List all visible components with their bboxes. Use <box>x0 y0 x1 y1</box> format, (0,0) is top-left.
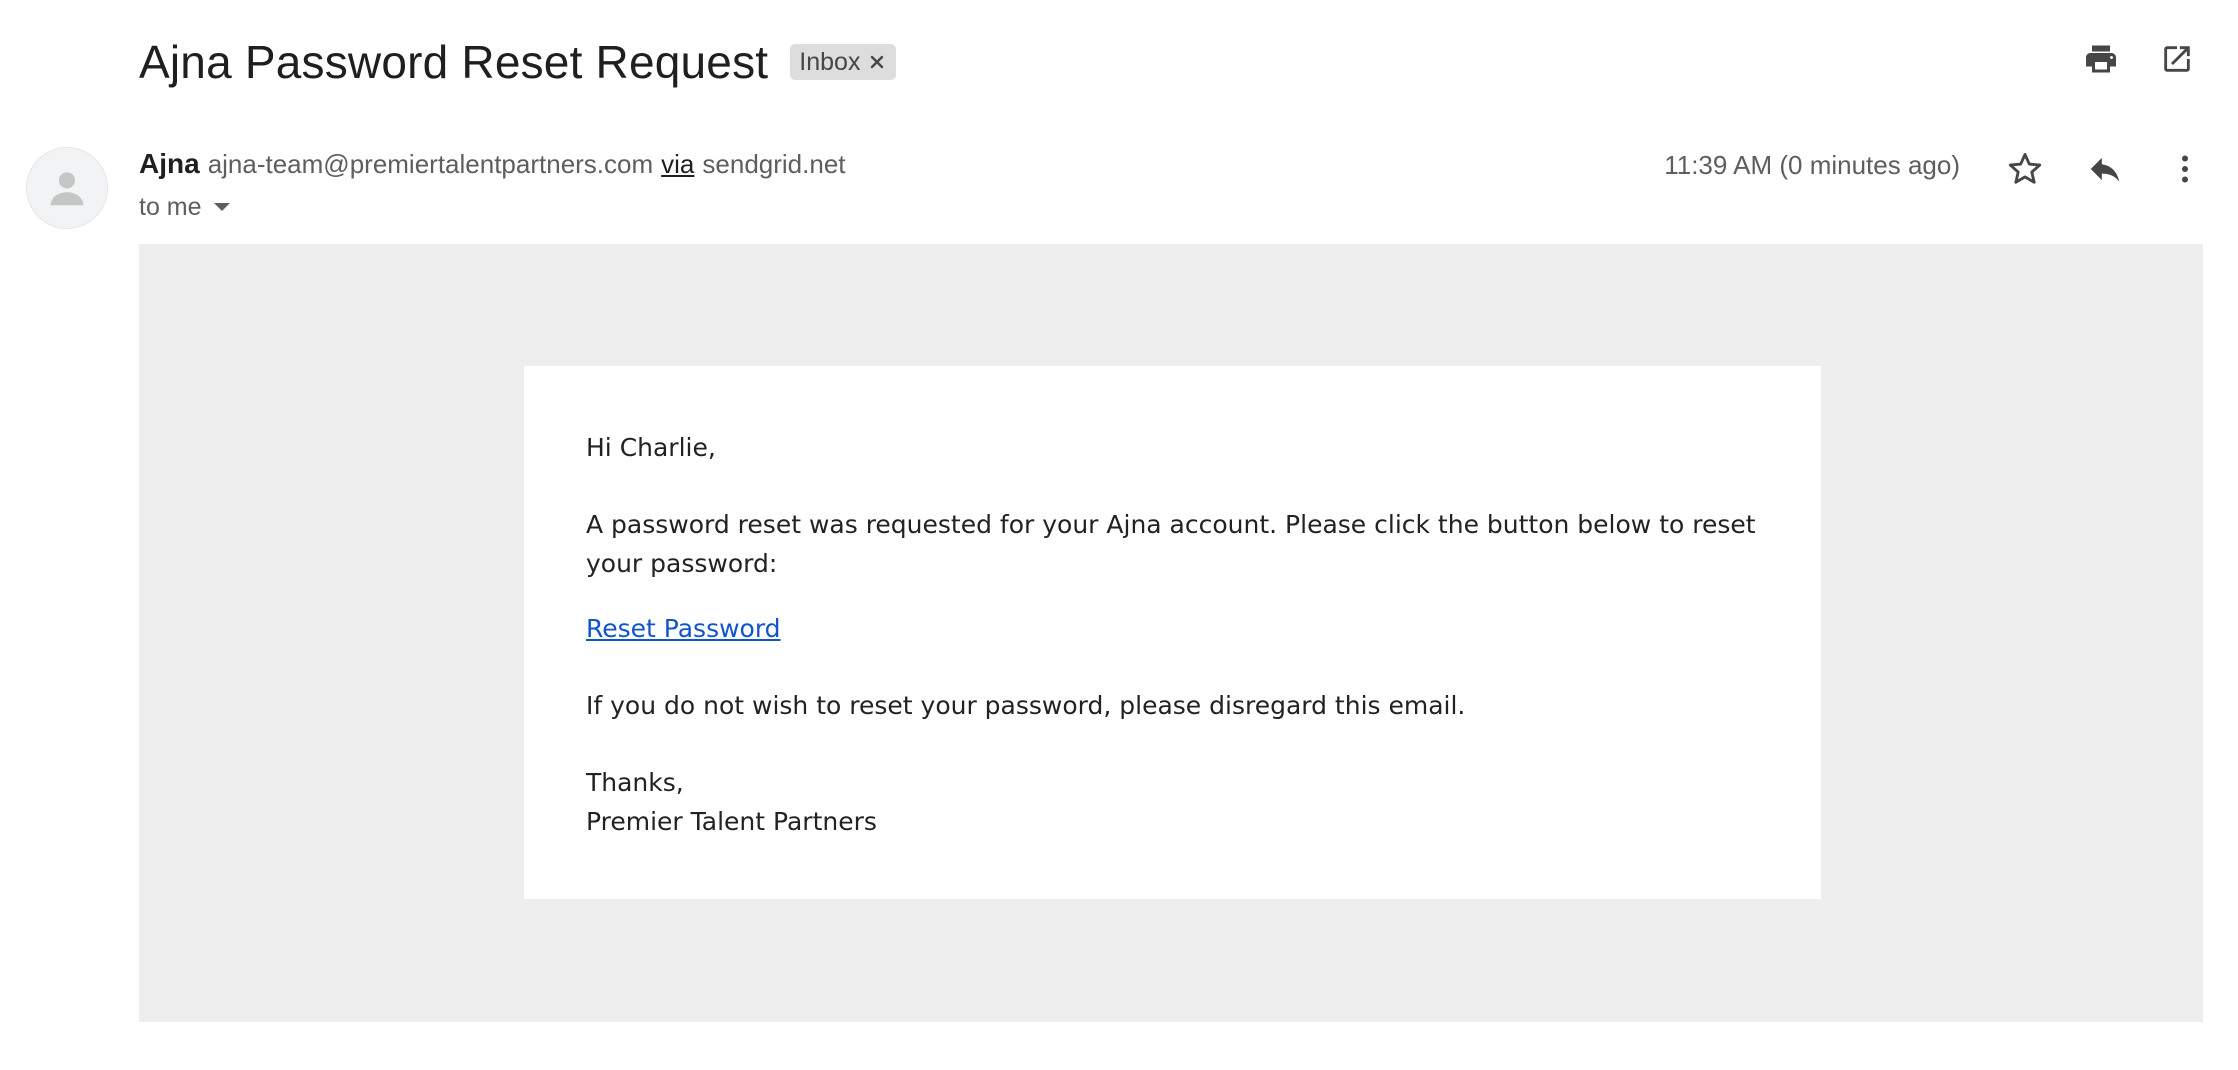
via-domain: sendgrid.net <box>702 149 846 179</box>
label-text: Inbox <box>799 47 861 76</box>
print-icon[interactable] <box>2082 40 2120 78</box>
sender-avatar[interactable] <box>26 147 108 229</box>
chevron-down-icon[interactable] <box>213 203 230 211</box>
email-greeting: Hi Charlie, <box>586 433 716 462</box>
email-paragraph: A password reset was requested for your … <box>586 510 1756 578</box>
email-timestamp: 11:39 AM (0 minutes ago) <box>1664 150 1960 180</box>
reply-icon[interactable] <box>2080 144 2130 194</box>
inbox-label-chip[interactable]: Inbox <box>790 44 897 80</box>
close-icon[interactable] <box>868 53 886 71</box>
email-subject: Ajna Password Reset Request <box>139 36 769 88</box>
message-actions <box>2000 144 2210 194</box>
recipient-details[interactable]: to me <box>139 190 230 224</box>
subject-row: Ajna Password Reset Request Inbox <box>139 30 897 94</box>
email-body-frame: Hi Charlie, A password reset was request… <box>139 244 2203 1022</box>
email-closing: Thanks, <box>586 768 684 797</box>
reset-password-link[interactable]: Reset Password <box>586 609 781 648</box>
star-icon[interactable] <box>2000 144 2050 194</box>
email-paragraph: If you do not wish to reset your passwor… <box>586 691 1466 720</box>
email-signature: Premier Talent Partners <box>586 807 877 836</box>
sender-email: ajna-team@premiertalentpartners.com <box>207 149 654 179</box>
recipient-text: to me <box>139 192 202 221</box>
sender-name[interactable]: Ajna <box>139 148 200 180</box>
via-link[interactable]: via <box>661 149 694 180</box>
open-in-new-window-icon[interactable] <box>2158 40 2196 78</box>
person-icon <box>50 172 84 206</box>
more-vert-icon[interactable] <box>2160 144 2210 194</box>
sender-line: Ajna ajna-team@premiertalentpartners.com… <box>139 148 846 188</box>
thread-actions <box>2082 40 2196 78</box>
email-body-card: Hi Charlie, A password reset was request… <box>524 366 1821 899</box>
